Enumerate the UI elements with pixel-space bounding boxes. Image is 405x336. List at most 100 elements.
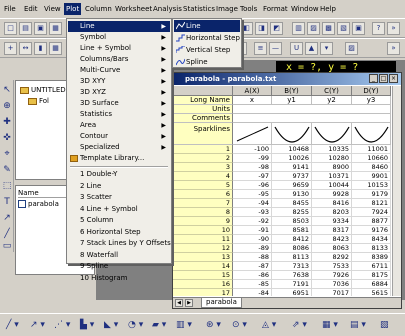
layout-icon[interactable]: ▧ <box>380 319 389 331</box>
underline-icon[interactable]: U <box>290 42 303 55</box>
row-number[interactable]: 7 <box>173 199 233 208</box>
table-cell[interactable]: 8877 <box>352 217 391 226</box>
line-style-icon[interactable]: — <box>269 42 282 55</box>
results-icon[interactable]: ▨ <box>307 22 320 35</box>
row-number[interactable]: 1 <box>173 145 233 154</box>
table-cell[interactable]: 8460 <box>352 163 391 172</box>
plot-menu-item-line[interactable]: Line ▶ <box>68 21 170 32</box>
units-row[interactable] <box>233 105 391 114</box>
command-window-icon[interactable]: ▣ <box>352 22 365 35</box>
table-cell[interactable]: -98 <box>233 163 272 172</box>
rectangle-tool-icon[interactable]: ▭ <box>1 240 13 252</box>
long-name-b[interactable]: y1 <box>272 96 312 105</box>
chart-icon[interactable]: ▮ <box>34 42 47 55</box>
table-cell[interactable]: -84 <box>233 289 272 296</box>
dotted-line-icon[interactable]: ⋰ ▾ <box>54 319 70 331</box>
plot-menu-item-3-scatter[interactable]: 3 Scatter <box>68 192 170 203</box>
table-cell[interactable]: 9141 <box>272 163 312 172</box>
dropdown-icon[interactable]: ▾ <box>320 42 333 55</box>
region-icon[interactable]: ⬚ <box>1 180 13 192</box>
table-cell[interactable]: -96 <box>233 181 272 190</box>
row-number[interactable]: 13 <box>173 253 233 262</box>
table-cell[interactable]: 7533 <box>312 262 352 271</box>
plot-menu-item-specialized[interactable]: Specialized ▶ <box>68 142 170 153</box>
worksheet-title-bar[interactable]: parabola - parabola.txt <box>173 73 401 85</box>
plot-menu-item-3d-surface[interactable]: 3D Surface ▶ <box>68 98 170 109</box>
arrows-icon[interactable]: ↔ <box>19 42 32 55</box>
table-cell[interactable]: 8063 <box>312 244 352 253</box>
table-cell[interactable]: 8900 <box>312 163 352 172</box>
plot-menu-item-10-histogram[interactable]: 10 Histogram <box>68 273 170 284</box>
table-cell[interactable]: 10044 <box>312 181 352 190</box>
row-number[interactable]: 5 <box>173 181 233 190</box>
row-number[interactable]: 4 <box>173 172 233 181</box>
row-number[interactable]: 11 <box>173 235 233 244</box>
tree-subfolder[interactable]: Fol <box>28 96 49 106</box>
align-icon[interactable]: ≡ <box>254 42 267 55</box>
tab-prev-icon[interactable]: ◀ <box>175 299 183 307</box>
column-header-a[interactable]: A(X) <box>233 86 272 96</box>
table-cell[interactable]: 10153 <box>352 181 391 190</box>
add-column-icon[interactable]: + <box>4 42 17 55</box>
table-cell[interactable]: 10280 <box>312 154 352 163</box>
corner-cell[interactable] <box>173 86 233 96</box>
table-cell[interactable]: 8121 <box>352 199 391 208</box>
line-style-icon[interactable]: ╱ ▾ <box>6 319 19 331</box>
tree-root[interactable]: UNTITLED <box>20 85 66 95</box>
table-icon[interactable]: ▦ <box>49 42 62 55</box>
pointer-icon[interactable]: ↖ <box>1 84 13 96</box>
table-cell[interactable]: -92 <box>233 217 272 226</box>
table-cell[interactable]: -91 <box>233 226 272 235</box>
plot-menu-item-area[interactable]: Area ▶ <box>68 120 170 131</box>
column-header-b[interactable]: B(Y) <box>272 86 312 96</box>
worksheet-icon[interactable]: ▩ <box>322 22 335 35</box>
arrange-icon[interactable]: ◨ <box>255 22 268 35</box>
table-cell[interactable]: 8434 <box>352 235 391 244</box>
menu-worksheet[interactable]: Worksheet <box>113 3 154 15</box>
plot-menu-item-8-waterfall[interactable]: 8 Waterfall <box>68 250 170 261</box>
table-cell[interactable]: -85 <box>233 280 272 289</box>
row-number[interactable]: 10 <box>173 226 233 235</box>
table-cell[interactable]: 11001 <box>352 145 391 154</box>
arrow-tool-icon[interactable]: ↗ <box>1 212 13 224</box>
explorer-item-parabola[interactable]: parabola <box>18 199 59 209</box>
table-cell[interactable]: -99 <box>233 154 272 163</box>
tab-next-icon[interactable]: ▶ <box>185 299 193 307</box>
sheet-tab-parabola[interactable]: parabola <box>201 298 242 308</box>
table-cell[interactable]: -97 <box>233 172 272 181</box>
plot-menu-item-multi-curve[interactable]: Multi-Curve ▶ <box>68 65 170 76</box>
table-cell[interactable]: 8503 <box>272 217 312 226</box>
table-cell[interactable]: 9901 <box>352 172 391 181</box>
table-cell[interactable]: 10335 <box>312 145 352 154</box>
maximize-icon[interactable]: □ <box>379 74 388 83</box>
comments-row[interactable] <box>233 114 391 123</box>
data-reader-icon[interactable]: ⌖ <box>1 148 13 160</box>
table-cell[interactable]: 8389 <box>352 253 391 262</box>
plot-menu-item-statistics[interactable]: Statistics ▶ <box>68 109 170 120</box>
arrow-style-icon[interactable]: ↗ ▾ <box>30 319 45 331</box>
sparkline-a[interactable] <box>233 123 272 145</box>
menu-edit[interactable]: Edit <box>22 3 40 15</box>
statistics-plot-icon[interactable]: ▥ ▾ <box>176 319 192 331</box>
pie-plot-icon[interactable]: ◔ ▾ <box>128 319 143 331</box>
more-format-icon[interactable]: » <box>387 42 400 55</box>
sparkline-b[interactable] <box>272 123 312 145</box>
row-number[interactable]: 2 <box>173 154 233 163</box>
vector-plot-icon[interactable]: ⇗ ▾ <box>292 319 307 331</box>
table-cell[interactable]: 5615 <box>352 289 391 296</box>
table-cell[interactable]: 7191 <box>272 280 312 289</box>
plot-menu-item-2-line[interactable]: 2 Line <box>68 181 170 192</box>
row-number[interactable]: 15 <box>173 271 233 280</box>
draw-data-icon[interactable]: ✎ <box>1 164 13 176</box>
plot-menu-item-6-horizontal-step[interactable]: 6 Horizontal Step <box>68 227 170 238</box>
menu-help[interactable]: Help <box>318 3 338 15</box>
table-cell[interactable]: 6711 <box>352 262 391 271</box>
crosshair-icon[interactable]: ✚ <box>1 116 13 128</box>
area-plot-icon[interactable]: ◣ ▾ <box>104 319 118 331</box>
table-cell[interactable]: -100 <box>233 145 272 154</box>
plot-menu-item-3d-xyz[interactable]: 3D XYZ ▶ <box>68 87 170 98</box>
contour-plot-icon[interactable]: ⊙ ▾ <box>232 319 247 331</box>
vertical-scrollbar[interactable] <box>392 86 401 296</box>
table-cell[interactable]: 9176 <box>352 226 391 235</box>
menu-analysis[interactable]: Analysis <box>151 3 184 15</box>
